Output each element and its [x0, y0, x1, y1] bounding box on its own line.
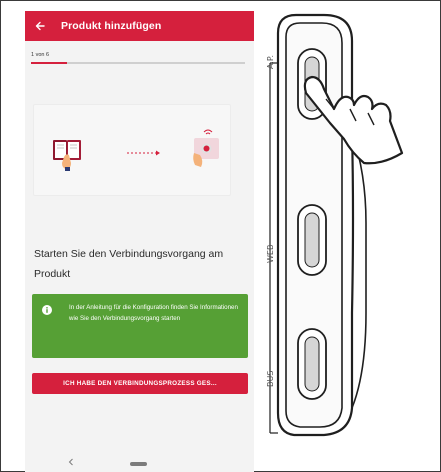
nav-home-pill[interactable] — [130, 462, 147, 466]
phone-screen: Produkt hinzufügen 1 von 6 Starten Sie d… — [25, 11, 254, 472]
nav-back-icon[interactable] — [65, 455, 77, 469]
device-illustration: A.P. WEB BUS — [262, 13, 422, 465]
bus-button — [297, 328, 327, 400]
progress-bar-fill — [31, 62, 67, 64]
arrow-right-icon — [127, 150, 160, 156]
page-title: Produkt hinzufügen — [61, 20, 162, 32]
app-bar: Produkt hinzufügen — [25, 11, 254, 41]
web-button — [297, 204, 327, 276]
info-text: In der Anleitung für die Konfiguration f… — [69, 304, 238, 322]
device-button-icon — [193, 129, 219, 167]
info-icon — [42, 305, 52, 315]
instruction-heading: Starten Sie den Verbindungsvorgang am Pr… — [34, 248, 224, 280]
connection-started-button[interactable]: ICH HABE DEN VERBINDUNGSPROZESS GES... — [32, 373, 248, 394]
manual-book-icon — [53, 140, 81, 171]
connection-illustration — [33, 104, 231, 196]
ap-label: A.P. — [266, 55, 275, 69]
bus-label: BUS — [266, 370, 275, 387]
info-box: In der Anleitung für die Konfiguration f… — [32, 294, 248, 358]
web-label: WEB — [266, 244, 275, 263]
step-counter: 1 von 6 — [31, 52, 50, 58]
arrow-left-icon[interactable] — [25, 11, 55, 41]
progress-bar — [31, 62, 245, 64]
